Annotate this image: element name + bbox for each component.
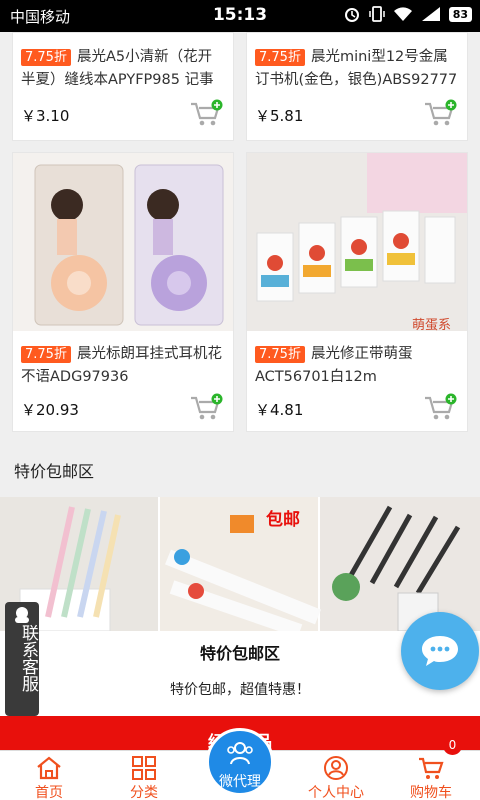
- section-title: 特价包邮区: [14, 462, 95, 481]
- product-price: ￥20.93: [21, 401, 79, 419]
- add-to-cart-icon[interactable]: [189, 99, 223, 129]
- nav-agent-button[interactable]: 微代理: [206, 728, 274, 796]
- product-title[interactable]: 7.75折 晨光mini型12号金属订书机(金色，银色)ABS92777: [255, 46, 459, 90]
- nav-home-label: 首页: [35, 785, 63, 800]
- product-card[interactable]: 7.75折 晨光mini型12号金属订书机(金色，银色)ABS92777 ￥5.8…: [246, 32, 468, 141]
- product-title[interactable]: 7.75折晨光A5小清新（花开半夏）缝线本APYFP985 记事本: [21, 46, 225, 90]
- promo-image[interactable]: 包邮: [0, 497, 480, 631]
- discount-tag: 7.75折: [255, 49, 305, 66]
- product-card[interactable]: 7.75折晨光A5小清新（花开半夏）缝线本APYFP985 记事本 ￥3.10: [12, 32, 234, 141]
- add-to-cart-icon[interactable]: [423, 393, 457, 423]
- grid-icon: [132, 756, 156, 780]
- nav-cart[interactable]: 购物车: [396, 751, 466, 800]
- add-to-cart-icon[interactable]: [423, 99, 457, 129]
- product-price: ￥4.81: [255, 401, 304, 419]
- chat-button[interactable]: [401, 612, 479, 690]
- product-image[interactable]: 萌蛋系: [247, 153, 467, 331]
- alarm-icon: [344, 8, 359, 22]
- chat-bubble-icon: [422, 636, 458, 666]
- home-icon: [37, 756, 61, 780]
- customer-service-label: 联系客服: [18, 624, 38, 692]
- nav-profile-label: 个人中心: [308, 785, 364, 800]
- promo-banner[interactable]: 包邮 特价包邮区 特价包邮，超值特惠！: [0, 497, 480, 717]
- nav-cart-label: 购物车: [410, 785, 452, 800]
- battery-level: 83: [448, 6, 472, 22]
- nav-profile[interactable]: 个人中心: [301, 751, 371, 800]
- product-card[interactable]: 7.75折 晨光标朗耳挂式耳机花不语ADG97936 ￥20.93: [12, 152, 234, 432]
- user-icon: [324, 756, 348, 780]
- nav-home[interactable]: 首页: [14, 751, 84, 800]
- cart-count-badge: 0: [443, 736, 462, 755]
- promo-badge: 包邮: [266, 509, 300, 529]
- wifi-icon: [393, 7, 412, 21]
- product-price: ￥5.81: [255, 107, 304, 125]
- product-price: ￥3.10: [21, 107, 70, 125]
- product-card[interactable]: 萌蛋系 7.75折 晨光修正带萌蛋ACT56701白12m ￥4.81: [246, 152, 468, 432]
- customer-service-tab[interactable]: 联系客服: [5, 602, 39, 716]
- people-icon: [227, 742, 253, 765]
- product-box-text: 萌蛋系: [412, 317, 451, 331]
- promo-subtitle: 特价包邮，超值特惠！: [170, 682, 310, 698]
- discount-tag: 7.75折: [255, 346, 305, 363]
- vibrate-icon: [368, 6, 385, 22]
- nav-agent-label: 微代理: [219, 774, 261, 790]
- headset-icon: [15, 607, 29, 623]
- system-icons: 83: [343, 5, 472, 23]
- status-bar: 中国移动 15:13 83: [0, 0, 480, 32]
- nav-category[interactable]: 分类: [109, 751, 179, 800]
- signal-icon: [421, 7, 440, 21]
- product-image[interactable]: [13, 153, 233, 331]
- product-title[interactable]: 7.75折 晨光修正带萌蛋ACT56701白12m: [255, 343, 459, 387]
- product-title[interactable]: 7.75折 晨光标朗耳挂式耳机花不语ADG97936: [21, 343, 225, 387]
- nav-category-label: 分类: [130, 785, 158, 800]
- cart-icon: [419, 757, 444, 779]
- add-to-cart-icon[interactable]: [189, 393, 223, 423]
- discount-tag: 7.75折: [21, 346, 71, 363]
- discount-tag: 7.75折: [21, 49, 71, 66]
